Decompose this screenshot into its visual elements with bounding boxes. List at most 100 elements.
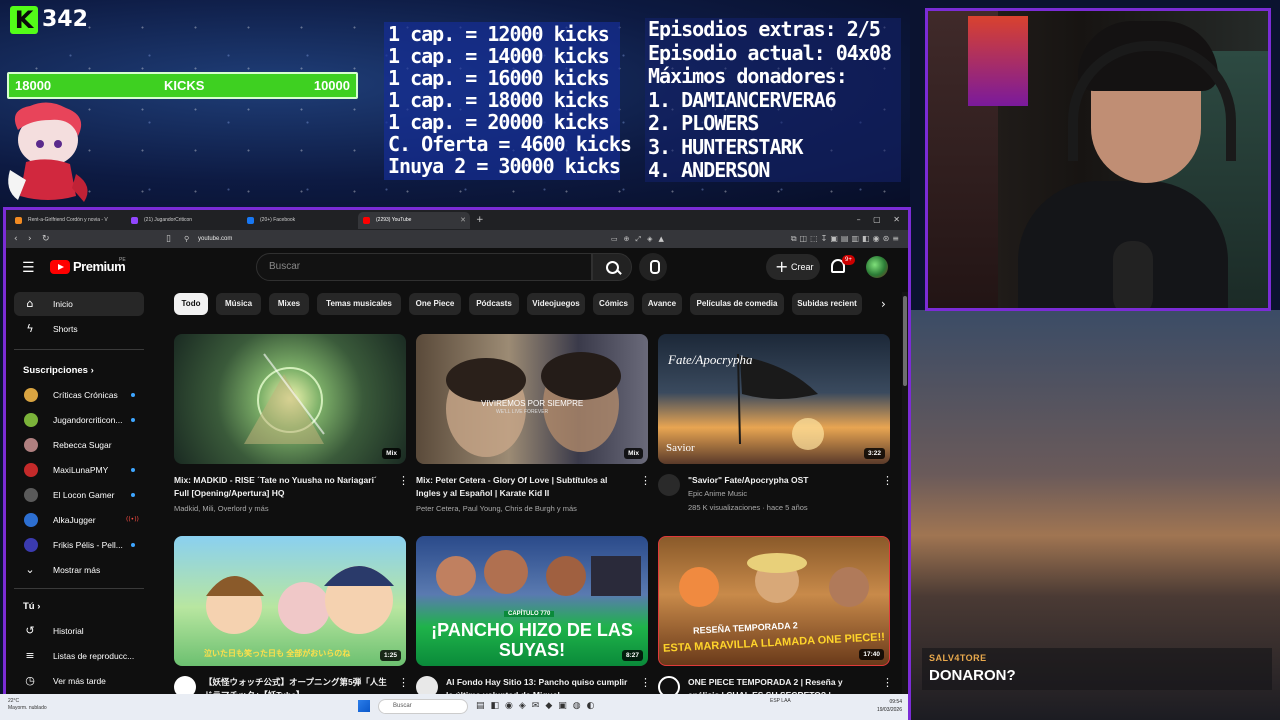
chip-todo[interactable]: Todo — [174, 293, 208, 315]
subscription-label: Frikis Pélis - Pell... — [53, 540, 123, 550]
browser-tab[interactable]: (21) JugandorCriticon — [126, 212, 238, 229]
back-icon[interactable]: ‹ — [14, 233, 18, 245]
system-tray[interactable]: ESP LAA — [770, 698, 791, 705]
video-thumbnail[interactable]: Mix — [174, 334, 406, 464]
close-tab-icon[interactable]: ✕ — [460, 212, 466, 229]
top-donor: 4. ANDERSON — [648, 158, 770, 182]
video-card[interactable]: Mix Mix: MADKID - RISE ´Tate no Yuusha n… — [174, 334, 409, 524]
subscription-label: AlkaJugger — [53, 515, 96, 525]
mascot-character-image — [8, 102, 88, 202]
subscriptions-header[interactable]: Suscripciones › — [23, 364, 94, 378]
video-card[interactable]: CAPÍTULO 770 ¡PANCHO HIZO DE LAS SUYAS! … — [416, 536, 651, 700]
more-options-icon[interactable]: ⋮ — [640, 676, 651, 690]
browser-tab[interactable]: (20+) Facebook — [242, 212, 354, 229]
sidebar-subscription[interactable]: Rebecca Sugar — [14, 433, 144, 457]
more-options-icon[interactable]: ⋮ — [398, 474, 409, 488]
thumbnail-caption: ¡PANCHO HIZO DE LAS SUYAS! — [431, 620, 633, 660]
video-thumbnail[interactable]: RESEÑA TEMPORADA 2 ESTA MARAVILLA LLAMAD… — [658, 536, 890, 666]
video-title[interactable]: "Savior" Fate/Apocrypha OST — [688, 474, 876, 487]
extension-icons[interactable]: ⧉◫⬚↧▣▤▥◧◉⊛≡ — [791, 232, 902, 246]
chip[interactable]: Pódcasts — [469, 293, 519, 315]
window-controls[interactable]: – ▢ ✕ — [857, 212, 900, 228]
video-thumbnail[interactable]: VIVIREMOS POR SIEMPRE WE'LL LIVE FOREVER… — [416, 334, 648, 464]
webcam-poster — [968, 16, 1028, 106]
chip[interactable]: Música — [216, 293, 261, 315]
chevron-right-icon[interactable]: › — [881, 294, 886, 314]
more-options-icon[interactable]: ⋮ — [882, 676, 893, 690]
chip[interactable]: Cómics — [593, 293, 634, 315]
video-thumbnail[interactable]: CAPÍTULO 770 ¡PANCHO HIZO DE LAS SUYAS! … — [416, 536, 648, 666]
sidebar-item-watch-later[interactable]: ◷ Ver más tarde — [14, 669, 144, 693]
more-options-icon[interactable]: ⋮ — [640, 474, 651, 488]
browser-tab[interactable]: Rent-a-Girlfriend Cordón y novia - V — [10, 212, 122, 229]
sidebar-subscription[interactable]: Críticas Crónicas — [14, 383, 144, 407]
video-thumbnail[interactable]: Fate/Apocrypha Savior 3:22 — [658, 334, 890, 464]
taskbar-search[interactable]: Buscar — [378, 699, 468, 714]
reload-icon[interactable]: ↻ — [42, 233, 50, 245]
windows-taskbar: 22°C Mayorm. nublado Buscar ▤◧◉◈✉◆▣◍◐ ES… — [0, 694, 908, 720]
chip[interactable]: Avance — [642, 293, 682, 315]
more-options-icon[interactable]: ⋮ — [882, 474, 893, 488]
forward-icon[interactable]: › — [28, 233, 32, 245]
taskbar-apps[interactable]: ▤◧◉◈✉◆▣◍◐ — [476, 699, 600, 713]
video-channel[interactable]: Peter Cetera, Paul Young, Chris de Burgh… — [416, 504, 577, 514]
search-icon[interactable] — [592, 253, 632, 281]
voice-search-icon[interactable] — [639, 253, 667, 281]
taskbar-clock[interactable]: 09:54 19/03/2026 — [877, 698, 902, 714]
address-bar[interactable]: youtube.com — [198, 234, 232, 244]
top-donor: 3. HUNTERSTARK — [648, 134, 804, 159]
sidebar-item-shorts[interactable]: ϟ Shorts — [14, 317, 144, 341]
tab-favicon-icon — [363, 217, 370, 224]
windows-start-icon[interactable] — [358, 700, 370, 712]
video-channel[interactable]: Madkid, Mili, Overlord y más — [174, 504, 269, 514]
clock-time: 09:54 — [889, 699, 902, 705]
channel-avatar[interactable] — [658, 474, 680, 496]
video-card[interactable]: Fate/Apocrypha Savior 3:22 "Savior" Fate… — [658, 334, 893, 524]
bookmark-icon[interactable]: ▯ — [166, 233, 171, 245]
weather-widget[interactable]: 22°C Mayorm. nublado — [8, 698, 47, 712]
you-header[interactable]: Tú › — [23, 600, 40, 614]
sidebar-show-more[interactable]: ⌄ Mostrar más — [14, 558, 144, 582]
sidebar-subscription[interactable]: El Locon Gamer — [14, 483, 144, 507]
video-card[interactable]: VIVIREMOS POR SIEMPRE WE'LL LIVE FOREVER… — [416, 334, 651, 524]
youtube-brand[interactable]: Premium — [73, 259, 126, 275]
site-settings-icon[interactable]: ⚲ — [184, 233, 189, 245]
sidebar-item-label: Inicio — [53, 299, 73, 309]
hamburger-menu-icon[interactable]: ☰ — [22, 260, 35, 276]
video-title[interactable]: Mix: Peter Cetera - Glory Of Love | Subt… — [416, 474, 634, 500]
sidebar-item-history[interactable]: ↺ Historial — [14, 619, 144, 643]
channel-avatar — [24, 388, 38, 402]
create-button[interactable]: + Crear — [766, 254, 820, 280]
account-avatar[interactable] — [866, 256, 888, 278]
sidebar-subscription[interactable]: AlkaJugger ((•)) — [14, 508, 144, 532]
video-card[interactable]: 泣いた日も笑った日も 全部がおいらのね 1:25 【妖怪ウォッチ公式】オープニン… — [174, 536, 409, 700]
browser-tab-active[interactable]: (2293) YouTube ✕ — [358, 212, 470, 229]
sidebar-subscription[interactable]: MaxiLunaPMY — [14, 458, 144, 482]
video-card[interactable]: RESEÑA TEMPORADA 2 ESTA MARAVILLA LLAMAD… — [658, 536, 893, 700]
chip[interactable]: Subidas recient — [792, 293, 862, 315]
sidebar-item-playlists[interactable]: ≡ Listas de reproducc... — [14, 644, 144, 668]
price-item: C. Oferta = 4600 kicks — [388, 132, 632, 156]
chip[interactable]: Temas musicales — [317, 293, 401, 315]
address-actions-icon[interactable]: ▭⊕⤢◈▲ — [611, 233, 670, 245]
tab-title: Rent-a-Girlfriend Cordón y novia - V — [28, 217, 108, 223]
scrollbar-thumb[interactable] — [903, 296, 907, 386]
chip[interactable]: Videojuegos — [527, 293, 585, 315]
chip[interactable]: One Piece — [409, 293, 461, 315]
duration-badge: 8:27 — [621, 650, 643, 661]
sidebar-subscription[interactable]: Jugandorcriticon... — [14, 408, 144, 432]
sidebar-subscription[interactable]: Frikis Pélis - Pell... — [14, 533, 144, 557]
video-channel[interactable]: Epic Anime Music — [688, 489, 747, 499]
chip[interactable]: Mixes — [269, 293, 309, 315]
page-scrollbar[interactable] — [902, 292, 908, 720]
more-options-icon[interactable]: ⋮ — [398, 676, 409, 690]
chip[interactable]: Películas de comedia — [690, 293, 784, 315]
new-tab-icon[interactable]: + — [476, 213, 484, 227]
search-input[interactable]: Buscar — [256, 253, 592, 281]
subscription-label: El Locon Gamer — [53, 490, 115, 500]
create-label: Crear — [791, 262, 814, 272]
youtube-logo-icon[interactable] — [50, 260, 70, 274]
video-title[interactable]: Mix: MADKID - RISE ´Tate no Yuusha no Na… — [174, 474, 392, 500]
sidebar-item-inicio[interactable]: ⌂ Inicio — [14, 292, 144, 316]
video-thumbnail[interactable]: 泣いた日も笑った日も 全部がおいらのね 1:25 — [174, 536, 406, 666]
